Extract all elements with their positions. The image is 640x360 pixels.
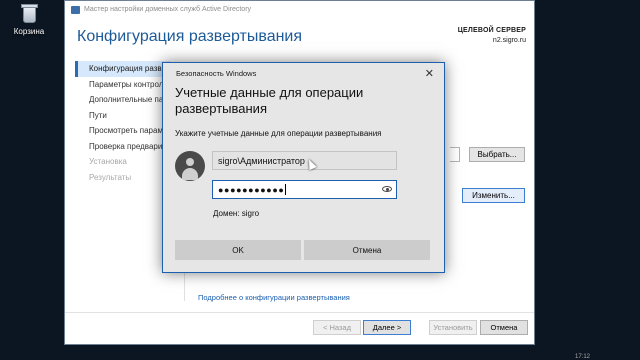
password-mask: ●●●●●●●●●●● <box>218 184 285 195</box>
text-caret <box>285 184 287 195</box>
wizard-steps-nav: Конфигурация разв Параметры контрол Допо… <box>75 61 171 185</box>
password-field[interactable]: ●●●●●●●●●●● <box>212 180 397 199</box>
nav-item-paths[interactable]: Пути <box>75 108 171 124</box>
select-button[interactable]: Выбрать... <box>469 147 525 162</box>
more-about-deployment-link[interactable]: Подробнее о конфигурации развертывания <box>198 293 350 302</box>
show-password-eye-icon[interactable] <box>382 186 392 192</box>
recycle-bin-icon <box>17 2 41 24</box>
wizard-footer: < Назад Далее > Установить Отмена <box>65 312 534 344</box>
ok-button[interactable]: OK <box>175 240 301 260</box>
target-server-name: n2.sigro.ru <box>492 37 526 44</box>
change-credentials-button[interactable]: Изменить... <box>462 188 525 203</box>
wizard-titlebar[interactable]: Мастер настройки доменных служб Active D… <box>65 1 534 15</box>
dialog-subtitle: Укажите учетные данные для операции разв… <box>175 129 382 138</box>
dialog-heading: Учетные данные для операции развертывани… <box>175 85 364 116</box>
nav-item-additional-options[interactable]: Дополнительные па <box>75 92 171 108</box>
domain-input-edge[interactable] <box>450 147 460 162</box>
recycle-bin-label: Корзина <box>13 27 45 36</box>
user-avatar-icon <box>175 151 205 181</box>
domain-label: Домен: sigro <box>213 209 260 218</box>
nav-item-dc-options[interactable]: Параметры контрол <box>75 77 171 93</box>
nav-item-installation: Установка <box>89 157 127 166</box>
nav-item-prerequisites-check[interactable]: Проверка предвари <box>75 139 171 155</box>
page-title: Конфигурация развертывания <box>77 28 303 45</box>
next-button[interactable]: Далее > <box>363 320 411 335</box>
windows-security-dialog: Безопасность Windows ✕ Учетные данные дл… <box>162 62 445 273</box>
target-server: ЦЕЛЕВОЙ СЕРВЕР n2.sigro.ru <box>458 26 526 46</box>
wizard-window-title: Мастер настройки доменных служб Active D… <box>84 6 252 13</box>
dialog-cancel-button[interactable]: Отмена <box>304 240 430 260</box>
server-manager-icon <box>71 5 80 14</box>
username-value: sigro\Администратор <box>218 155 305 166</box>
wizard-cancel-button[interactable]: Отмена <box>480 320 528 335</box>
taskbar-clock: 17:12 <box>574 354 590 360</box>
target-server-caption: ЦЕЛЕВОЙ СЕРВЕР <box>457 27 526 34</box>
back-button: < Назад <box>313 320 361 335</box>
dialog-titlebar[interactable]: Безопасность Windows <box>163 63 444 83</box>
recycle-bin-shortcut[interactable]: Корзина <box>4 2 54 36</box>
nav-item-results: Результаты <box>89 172 132 182</box>
install-button: Установить <box>429 320 477 335</box>
nav-item-deployment-config[interactable]: Конфигурация разв <box>75 61 171 77</box>
nav-item-review-options[interactable]: Просмотреть парам <box>75 123 171 139</box>
content-divider <box>184 271 185 301</box>
close-icon[interactable]: ✕ <box>425 67 434 80</box>
